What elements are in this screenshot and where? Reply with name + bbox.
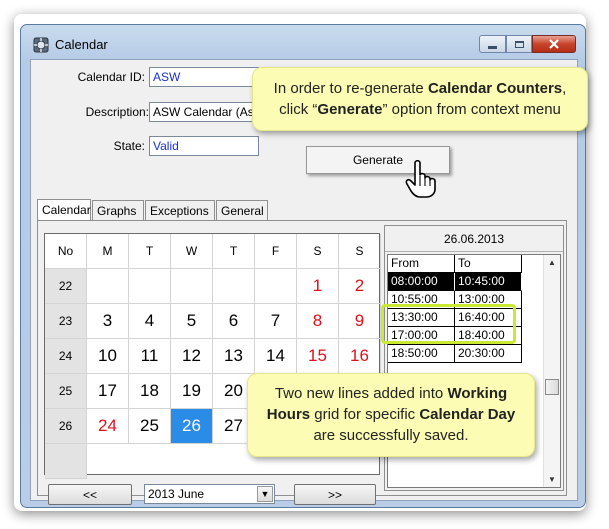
next-month-button[interactable]: >> [294,484,376,505]
month-select-value: 2013 June [148,487,205,501]
from-time-cell[interactable]: 08:00:00 [388,273,455,291]
hours-row[interactable]: 08:00:00 10:45:00 [388,273,538,291]
hand-cursor-icon [405,159,436,198]
callout-text: In order to re-generate [273,80,428,97]
calendar-day-cell[interactable]: 14 [255,339,297,374]
week-number-cell: 26 [45,409,87,444]
scroll-down-icon[interactable]: ▼ [548,475,556,484]
from-time-cell[interactable]: 18:50:00 [388,345,455,363]
callout-text: ” option from context menu [382,101,561,118]
calendar-empty-cell [129,269,171,304]
app-calendar-icon [33,37,49,53]
tab-general[interactable]: General [216,200,268,220]
new-lines-highlight [381,304,516,344]
weekday-header: F [255,234,297,269]
callout-bold-text: Hours [266,406,311,423]
tab-graphs[interactable]: Graphs [92,200,144,220]
calendar-day-cell[interactable]: 8 [297,304,339,339]
calendar-empty-cell [213,269,255,304]
weekday-header: T [213,234,255,269]
callout-saved-info: Two new lines added into Working Hours g… [247,373,535,457]
hours-scrollbar[interactable]: ▲ ▼ [543,255,560,487]
calendar-empty-cell [171,269,213,304]
calendar-week-row: 22 1 2 [45,269,381,304]
callout-text: grid for specific [310,406,420,423]
hours-header-row: From To [388,255,538,273]
title-bar[interactable]: Calendar [21,25,585,57]
description-label: Description: [85,105,149,119]
window-title: Calendar [55,37,108,52]
week-number-cell: 25 [45,374,87,409]
calendar-day-cell[interactable]: 10 [87,339,129,374]
calendar-day-cell[interactable]: 4 [129,304,171,339]
weekday-header: W [171,234,213,269]
to-time-cell[interactable]: 10:45:00 [455,273,522,291]
scroll-up-icon[interactable]: ▲ [548,258,556,267]
week-number-cell: 22 [45,269,87,304]
from-column-header: From [388,255,455,273]
week-number-cell: 24 [45,339,87,374]
maximize-icon [514,40,524,48]
hours-row[interactable]: 18:50:00 20:30:00 [388,345,538,363]
weekday-header: M [87,234,129,269]
tab-calendar[interactable]: Calendar [37,199,91,221]
state-label: State: [113,139,145,153]
calendar-day-cell[interactable]: 7 [255,304,297,339]
scroll-thumb[interactable] [545,379,559,395]
calendar-day-cell[interactable]: 12 [171,339,213,374]
week-number-cell: 23 [45,304,87,339]
weekday-header: T [129,234,171,269]
previous-month-button[interactable]: << [48,484,132,505]
minimize-button[interactable] [479,35,506,53]
calendar-day-cell[interactable]: 16 [339,339,381,374]
to-column-header: To [455,255,522,273]
calendar-day-cell[interactable]: 17 [87,374,129,409]
month-select[interactable]: 2013 June ▼ [144,484,275,504]
calendar-day-cell[interactable]: 3 [87,304,129,339]
calendar-id-field[interactable]: ASW [149,67,259,87]
close-icon [549,39,559,49]
calendar-day-cell[interactable]: 11 [129,339,171,374]
calendar-day-cell[interactable]: 18 [129,374,171,409]
state-field[interactable]: Valid [149,136,259,156]
weekday-header: S [297,234,339,269]
selected-date-label: 26.06.2013 [385,226,563,252]
calendar-week-row: 23 3 4 5 6 7 8 9 [45,304,381,339]
calendar-day-cell[interactable]: 19 [171,374,213,409]
week-number-cell [45,444,87,479]
calendar-header-row: No M T W T F S S [45,234,381,269]
close-button[interactable] [532,35,576,53]
callout-text: click “ [279,101,318,118]
tab-exceptions[interactable]: Exceptions [145,200,215,220]
calendar-day-cell[interactable]: 24 [87,409,129,444]
week-number-header: No [45,234,87,269]
callout-bold-text: Calendar Day [419,406,516,423]
description-field[interactable]: ASW Calendar (Assem [149,102,259,122]
weekday-header: S [339,234,381,269]
calendar-day-cell[interactable]: 15 [297,339,339,374]
calendar-id-label: Calendar ID: [77,70,145,84]
calendar-day-cell[interactable]: 13 [213,339,255,374]
callout-bold-text: Calendar Counters [427,80,563,97]
callout-text: , [562,80,567,97]
calendar-day-cell[interactable]: 25 [129,409,171,444]
calendar-day-cell[interactable]: 26 [171,409,213,444]
calendar-day-cell[interactable]: 6 [213,304,255,339]
chevron-down-icon[interactable]: ▼ [257,486,273,502]
calendar-day-cell[interactable]: 1 [297,269,339,304]
callout-text: are successfully saved. [313,427,469,444]
callout-generate-tip: In order to re-generate Calendar Counter… [252,67,588,131]
callout-text: Two new lines added into [274,385,448,402]
minimize-icon [488,45,497,49]
calendar-day-cell[interactable]: 2 [339,269,381,304]
calendar-day-cell[interactable]: 9 [339,304,381,339]
calendar-empty-cell [87,269,129,304]
maximize-button[interactable] [506,35,532,53]
to-time-cell[interactable]: 20:30:00 [455,345,522,363]
calendar-week-row: 24 10 11 12 13 14 15 16 [45,339,381,374]
calendar-empty-cell [255,269,297,304]
callout-bold-text: Working [447,385,508,402]
calendar-day-cell[interactable]: 5 [171,304,213,339]
callout-bold-text: Generate [317,101,383,118]
